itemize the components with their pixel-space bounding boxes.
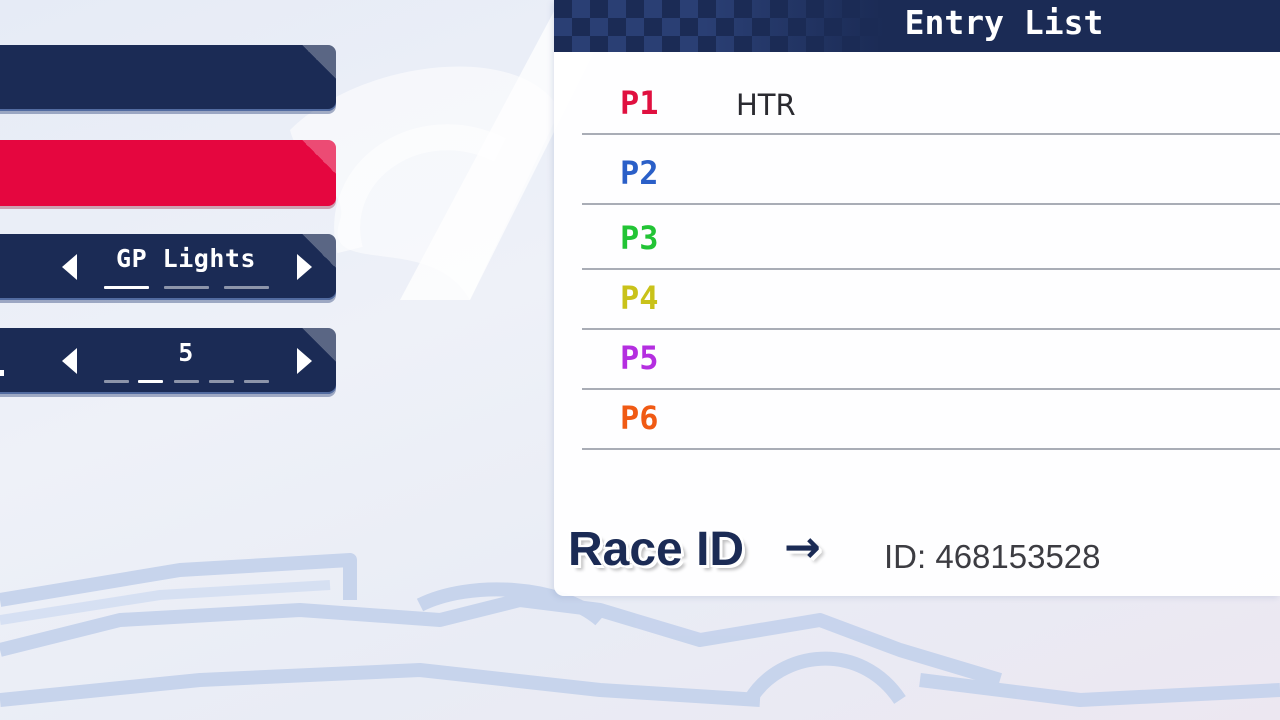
entry-list-title: Entry List <box>904 3 1104 42</box>
count-indicator-dash <box>174 380 199 383</box>
entry-list-header: Entry List <box>554 0 1280 52</box>
count-indicator-dash <box>244 380 269 383</box>
series-indicator-dash <box>224 286 269 289</box>
count-prev-arrow-icon[interactable] <box>62 348 77 374</box>
race-id-value: ID: 468153528 <box>884 538 1101 575</box>
entry-driver-p1: HTR <box>736 88 796 122</box>
count-selector[interactable]: 5 <box>0 328 336 394</box>
count-indicator-dash <box>104 380 129 383</box>
right-arrow-icon: → <box>784 522 821 573</box>
race-id-label: Race ID <box>568 523 745 576</box>
count-next-arrow-icon[interactable] <box>297 348 312 374</box>
menu-option-2-selected[interactable] <box>0 140 336 206</box>
series-prev-arrow-icon[interactable] <box>62 254 77 280</box>
entry-position-p2: P2 <box>620 154 659 192</box>
entry-position-p4: P4 <box>620 279 659 317</box>
entry-divider <box>582 133 1280 135</box>
entry-position-p6: P6 <box>620 399 659 437</box>
entry-divider <box>582 448 1280 450</box>
series-indicator-dash <box>164 286 209 289</box>
menu-option-1[interactable] <box>0 45 336 111</box>
series-indicator-dash <box>104 286 149 289</box>
entry-divider <box>582 388 1280 390</box>
series-next-arrow-icon[interactable] <box>297 254 312 280</box>
count-indicator-dash <box>209 380 234 383</box>
count-selector-value: 5 <box>178 338 194 367</box>
entry-position-p3: P3 <box>620 219 659 257</box>
count-label-edge <box>0 370 4 376</box>
entry-position-p5: P5 <box>620 339 659 377</box>
series-selector-value: GP Lights <box>116 244 256 273</box>
entry-divider <box>582 268 1280 270</box>
count-indicator-dash <box>138 380 163 383</box>
entry-divider <box>582 328 1280 330</box>
entry-list-panel: Entry List P1 HTR P2 P3 P4 P5 P6 ID: 468… <box>554 0 1280 596</box>
entry-position-p1: P1 <box>620 84 659 122</box>
series-selector[interactable]: GP Lights <box>0 234 336 300</box>
entry-divider <box>582 203 1280 205</box>
